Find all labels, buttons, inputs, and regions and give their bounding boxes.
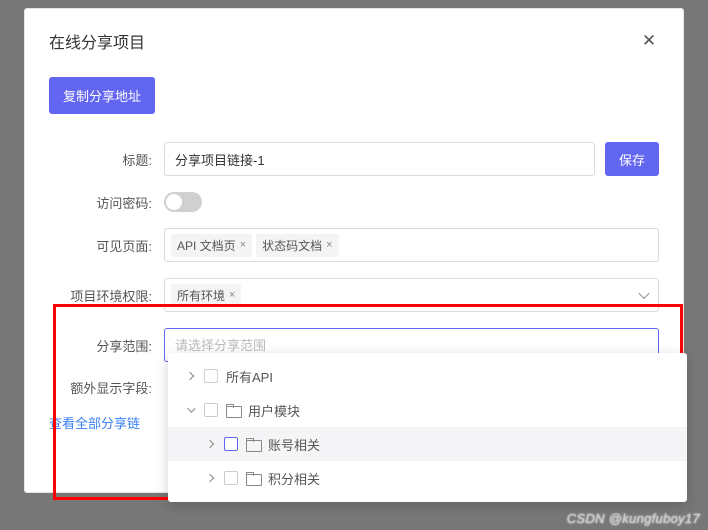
chevron-down-icon: [184, 404, 196, 416]
env-select[interactable]: 所有环境×: [164, 278, 659, 312]
tree-label: 账号相关: [268, 435, 320, 454]
remove-tag-icon[interactable]: ×: [229, 289, 235, 301]
scope-dropdown: 所有API 用户模块 账号相关 积分相关: [168, 353, 687, 502]
pages-label: 可见页面:: [49, 236, 164, 255]
checkbox[interactable]: [224, 471, 238, 485]
checkbox[interactable]: [204, 403, 218, 417]
tree-item-all-api[interactable]: 所有API: [168, 359, 687, 393]
page-tag: 状态码文档×: [256, 234, 338, 257]
folder-icon: [226, 405, 240, 416]
extra-label: 额外显示字段:: [49, 378, 164, 397]
password-label: 访问密码:: [49, 193, 164, 212]
close-icon[interactable]: ✕: [639, 31, 659, 51]
page-tag: API 文档页×: [171, 234, 252, 257]
remove-tag-icon[interactable]: ×: [240, 239, 246, 251]
env-label: 项目环境权限:: [49, 286, 164, 305]
env-tag: 所有环境×: [171, 284, 241, 307]
chevron-right-icon: [204, 438, 216, 450]
tree-label: 所有API: [226, 367, 273, 386]
tree-item-user-module[interactable]: 用户模块: [168, 393, 687, 427]
checkbox[interactable]: [224, 437, 238, 451]
chevron-right-icon: [204, 472, 216, 484]
row-env: 项目环境权限: 所有环境×: [49, 278, 659, 312]
folder-icon: [246, 439, 260, 450]
checkbox[interactable]: [204, 369, 218, 383]
tree-label: 用户模块: [248, 401, 300, 420]
title-label: 标题:: [49, 150, 164, 169]
save-button[interactable]: 保存: [605, 142, 659, 176]
watermark: CSDN @kungfuboy17: [567, 511, 700, 526]
folder-icon: [246, 473, 260, 484]
scope-label: 分享范围:: [49, 336, 164, 355]
password-toggle[interactable]: [164, 192, 202, 212]
copy-share-url-button[interactable]: 复制分享地址: [49, 77, 155, 114]
row-password: 访问密码:: [49, 192, 659, 212]
tree-item-account[interactable]: 账号相关: [168, 427, 687, 461]
title-input[interactable]: [164, 142, 595, 176]
remove-tag-icon[interactable]: ×: [326, 239, 332, 251]
chevron-right-icon: [184, 370, 196, 382]
pages-tags[interactable]: API 文档页× 状态码文档×: [164, 228, 659, 262]
row-pages: 可见页面: API 文档页× 状态码文档×: [49, 228, 659, 262]
tree-label: 积分相关: [268, 469, 320, 488]
modal-title: 在线分享项目: [49, 29, 145, 53]
row-title: 标题: 保存: [49, 142, 659, 176]
tree-item-points[interactable]: 积分相关: [168, 461, 687, 495]
modal-header: 在线分享项目 ✕: [49, 29, 659, 53]
